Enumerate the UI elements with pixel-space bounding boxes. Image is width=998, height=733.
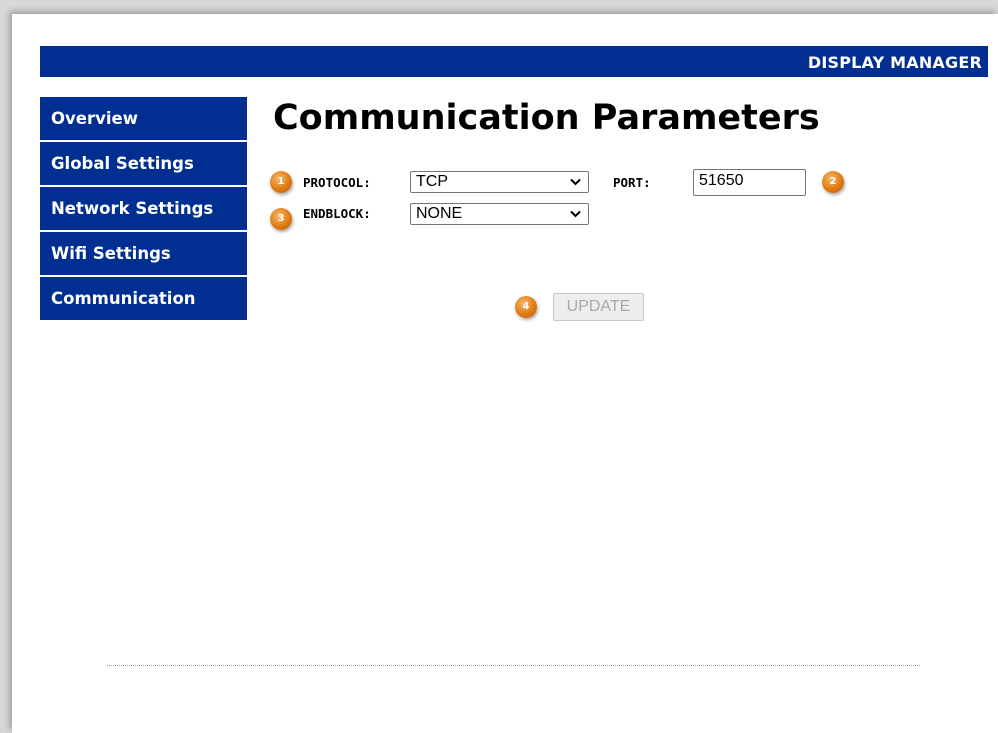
update-button[interactable]: UPDATE <box>553 293 644 321</box>
callout-badge-3: 3 <box>270 208 292 230</box>
sidebar-item-communication[interactable]: Communication <box>40 277 247 320</box>
port-label: PORT: <box>613 175 651 190</box>
app-title: DISPLAY MANAGER <box>807 53 982 72</box>
protocol-select-value: TCP <box>416 173 448 190</box>
sidebar-item-wifi-settings[interactable]: Wifi Settings <box>40 232 247 275</box>
chevron-down-icon <box>570 178 581 186</box>
callout-badge-1: 1 <box>270 171 292 193</box>
protocol-select[interactable]: TCP <box>410 171 589 193</box>
footer-divider <box>107 665 920 666</box>
header-bar: DISPLAY MANAGER <box>40 46 988 77</box>
protocol-label: PROTOCOL: <box>303 175 371 190</box>
endblock-select[interactable]: NONE <box>410 203 589 225</box>
sidebar-item-overview[interactable]: Overview <box>40 97 247 140</box>
endblock-select-value: NONE <box>416 205 463 222</box>
page-title: Communication Parameters <box>273 98 820 138</box>
sidebar-item-global-settings[interactable]: Global Settings <box>40 142 247 185</box>
chevron-down-icon <box>570 210 581 218</box>
callout-badge-2: 2 <box>822 171 844 193</box>
endblock-label: ENDBLOCK: <box>303 206 371 221</box>
port-input[interactable]: 51650 <box>693 169 806 196</box>
callout-badge-4: 4 <box>515 296 537 318</box>
sidebar-nav: Overview Global Settings Network Setting… <box>40 97 247 322</box>
sidebar-item-network-settings[interactable]: Network Settings <box>40 187 247 230</box>
